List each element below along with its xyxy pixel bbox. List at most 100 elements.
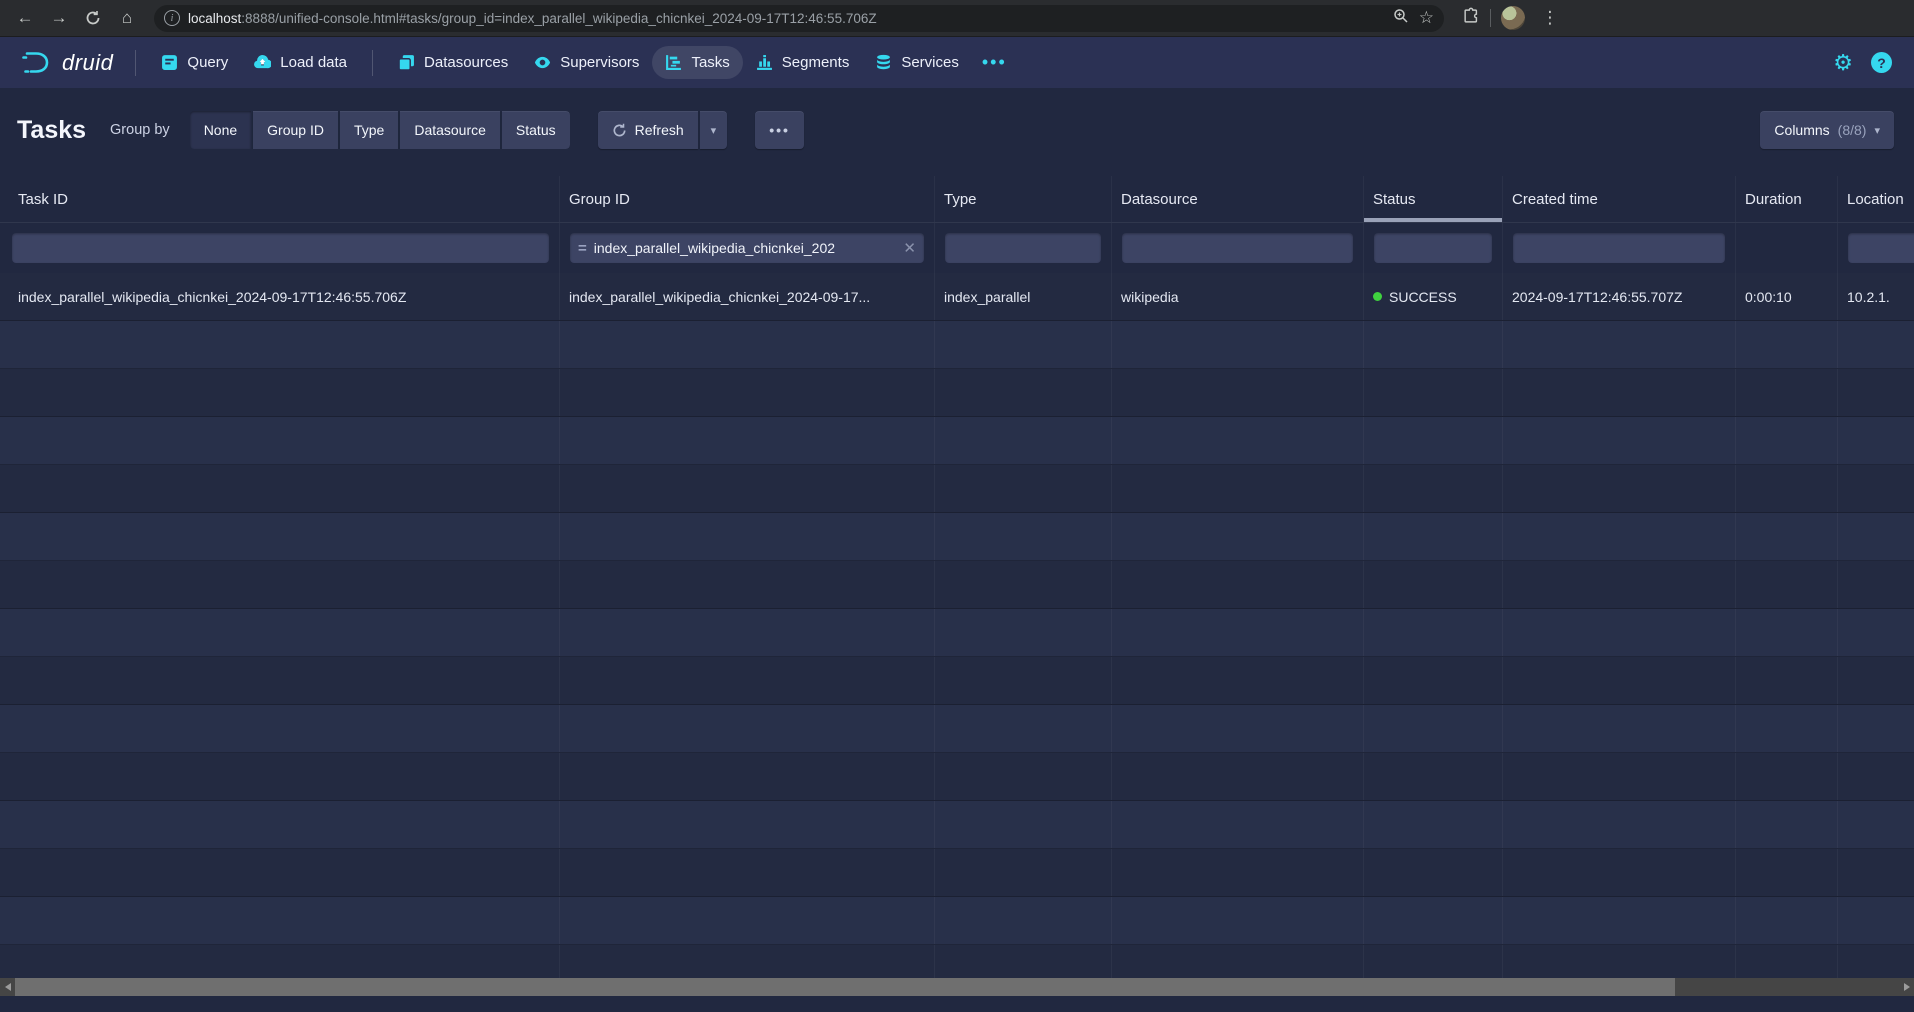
more-actions-button[interactable]: ••• [755,111,804,149]
column-header-location[interactable]: Location [1838,176,1914,222]
table-row-empty [0,609,1914,657]
cell-datasource[interactable]: wikipedia [1112,273,1364,320]
table-row-empty [0,417,1914,465]
zoom-page-icon[interactable] [1393,8,1409,29]
profile-avatar[interactable] [1501,6,1525,30]
empty-cell [1838,897,1914,944]
empty-cell [560,705,935,752]
empty-cell [1503,465,1736,512]
empty-cell [560,465,935,512]
empty-cell [1112,369,1364,416]
chevron-down-icon: ▾ [711,124,717,137]
column-header-type[interactable]: Type [935,176,1112,222]
group-by-group-id-button[interactable]: Group ID [253,111,338,149]
column-header-datasource[interactable]: Datasource [1112,176,1364,222]
group-by-status-button[interactable]: Status [502,111,570,149]
column-header-group-id[interactable]: Group ID [560,176,935,222]
empty-cell [1838,705,1914,752]
druid-navbar: druid Query Load data Datasources Superv… [0,37,1914,88]
table-row-empty [0,369,1914,417]
empty-cell [935,849,1112,896]
site-info-icon[interactable]: i [164,10,180,26]
location-filter-input[interactable] [1848,233,1914,263]
empty-cell [1503,561,1736,608]
column-header-created-time[interactable]: Created time [1503,176,1736,222]
column-header-task-id[interactable]: Task ID [0,176,560,222]
scroll-left-icon[interactable] [0,978,15,996]
empty-cell [1503,417,1736,464]
empty-cell [0,705,560,752]
group-by-type-button[interactable]: Type [340,111,398,149]
browser-toolbar: ← → ⌂ i localhost:8888/unified-console.h… [0,0,1914,37]
home-icon[interactable]: ⌂ [112,3,142,33]
nav-label: Segments [782,54,850,71]
help-icon[interactable]: ? [1871,52,1892,73]
segments-icon [756,54,773,71]
chevron-down-icon: ▾ [1874,124,1880,137]
empty-cell [1838,465,1914,512]
empty-cell [1736,609,1838,656]
forward-icon[interactable]: → [44,3,74,33]
cell-location[interactable]: 10.2.1. [1838,273,1914,320]
nav-label: Load data [280,54,347,71]
empty-cell [1503,849,1736,896]
refresh-interval-caret-button[interactable]: ▾ [700,111,728,149]
group-by-none-button[interactable]: None [190,111,251,149]
group-id-filter-input[interactable]: = index_parallel_wikipedia_chicnkei_202 … [570,233,924,263]
bookmark-star-icon[interactable]: ☆ [1419,8,1434,28]
empty-cell [1838,369,1914,416]
datasource-filter-input[interactable] [1122,233,1353,263]
nav-item-datasources[interactable]: Datasources [385,46,521,79]
empty-cell [1112,465,1364,512]
back-icon[interactable]: ← [10,3,40,33]
group-by-datasource-button[interactable]: Datasource [400,111,500,149]
empty-cell [1736,657,1838,704]
browser-menu-icon[interactable]: ⋮ [1535,3,1565,33]
scroll-right-icon[interactable] [1899,978,1914,996]
empty-cell [935,369,1112,416]
druid-logo[interactable]: druid [14,48,123,78]
horizontal-scrollbar[interactable] [0,978,1914,996]
column-header-duration[interactable]: Duration [1736,176,1838,222]
cell-task-id[interactable]: index_parallel_wikipedia_chicnkei_2024-0… [0,273,560,320]
cell-duration[interactable]: 0:00:10 [1736,273,1838,320]
load-data-icon [254,54,271,71]
cell-type[interactable]: index_parallel [935,273,1112,320]
refresh-button[interactable]: Refresh [598,111,698,149]
empty-cell [1838,609,1914,656]
empty-cell [1838,561,1914,608]
cell-created-time[interactable]: 2024-09-17T12:46:55.707Z [1503,273,1736,320]
brand-name: druid [62,50,113,76]
cell-group-id[interactable]: index_parallel_wikipedia_chicnkei_2024-0… [560,273,935,320]
reload-icon[interactable] [78,3,108,33]
empty-cell [0,849,560,896]
columns-button[interactable]: Columns (8/8) ▾ [1760,111,1894,149]
empty-cell [1838,657,1914,704]
table-row-empty [0,465,1914,513]
table-row-empty [0,657,1914,705]
empty-cell [1364,417,1503,464]
type-filter-input[interactable] [945,233,1101,263]
created-time-filter-input[interactable] [1513,233,1725,263]
task-id-filter-input[interactable] [12,233,549,263]
table-row-empty [0,321,1914,369]
clear-filter-icon[interactable]: ✕ [903,239,916,257]
nav-item-services[interactable]: Services [862,46,972,79]
nav-item-query[interactable]: Query [148,46,241,79]
empty-cell [935,609,1112,656]
scrollbar-thumb[interactable] [15,978,1675,996]
nav-more-icon[interactable]: ••• [972,52,1017,73]
address-bar[interactable]: i localhost:8888/unified-console.html#ta… [154,5,1444,32]
status-filter-input[interactable] [1374,233,1492,263]
table-header-row: Task ID Group ID Type Datasource Status … [0,176,1914,223]
nav-item-supervisors[interactable]: Supervisors [521,46,652,79]
extensions-icon[interactable] [1462,7,1480,30]
cell-status[interactable]: SUCCESS [1364,273,1503,320]
column-header-status[interactable]: Status [1364,176,1503,222]
nav-item-segments[interactable]: Segments [743,46,863,79]
nav-item-tasks[interactable]: Tasks [652,46,742,79]
empty-cell [1503,609,1736,656]
nav-item-load-data[interactable]: Load data [241,46,360,79]
settings-gear-icon[interactable]: ⚙ [1833,50,1853,76]
empty-cell [1364,753,1503,800]
